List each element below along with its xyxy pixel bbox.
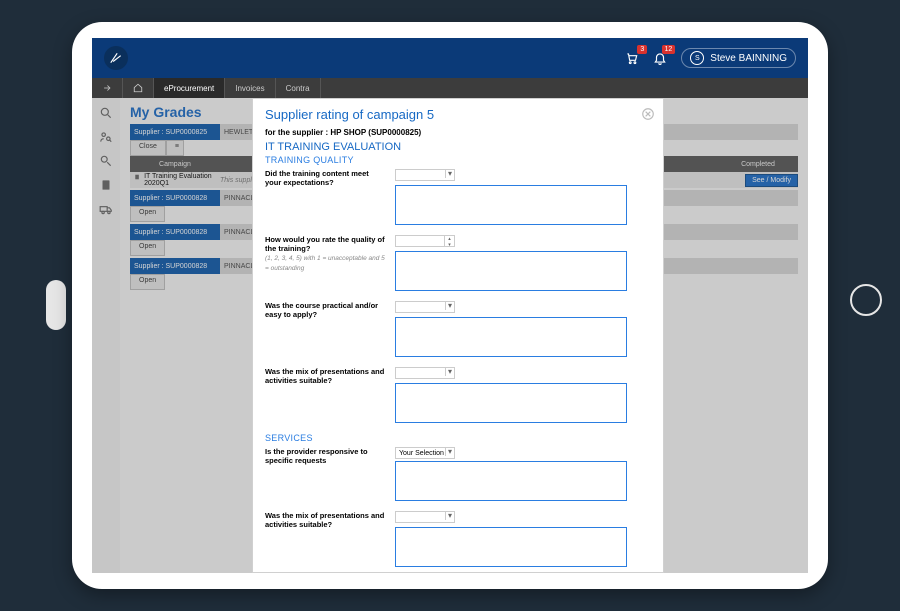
nav-eprocurement[interactable]: eProcurement xyxy=(154,78,225,98)
q5-textarea[interactable] xyxy=(395,461,627,501)
q3-textarea[interactable] xyxy=(395,317,627,357)
nav-forward[interactable] xyxy=(92,78,123,98)
close-icon xyxy=(641,107,655,121)
q1-select[interactable] xyxy=(395,169,455,181)
q6-label: Was the mix of presentations and activit… xyxy=(265,511,385,573)
section-services: SERVICES xyxy=(265,433,651,443)
cart-button[interactable]: 3 xyxy=(625,51,639,65)
nav-home[interactable] xyxy=(123,78,154,98)
modal-heading: IT TRAINING EVALUATION xyxy=(265,141,651,153)
q4-textarea[interactable] xyxy=(395,383,627,423)
q4-select[interactable] xyxy=(395,367,455,379)
q4-label: Was the mix of presentations and activit… xyxy=(265,367,385,431)
q1-label: Did the training content meet your expec… xyxy=(265,169,385,233)
tablet-frame: 3 12 S Steve BAINNING eProcurement Invoi… xyxy=(72,22,828,589)
notifications-button[interactable]: 12 xyxy=(653,51,667,65)
q2-number-input[interactable]: ▴▾ xyxy=(395,235,455,247)
notifications-badge: 12 xyxy=(662,45,676,54)
nav-invoices[interactable]: Invoices xyxy=(225,78,275,98)
screen: 3 12 S Steve BAINNING eProcurement Invoi… xyxy=(92,38,808,573)
app-logo[interactable] xyxy=(104,46,128,70)
q1-textarea[interactable] xyxy=(395,185,627,225)
user-menu[interactable]: S Steve BAINNING xyxy=(681,48,796,68)
q5-select[interactable]: Your Selection xyxy=(395,447,455,459)
home-icon xyxy=(133,83,143,93)
section-training-quality: TRAINING QUALITY xyxy=(265,155,651,165)
arrow-right-icon xyxy=(102,83,112,93)
q3-label: Was the course practical and/or easy to … xyxy=(265,301,385,365)
nav-contracts[interactable]: Contra xyxy=(276,78,321,98)
cart-badge: 3 xyxy=(637,45,647,54)
tablet-side-button-left xyxy=(46,280,66,330)
q5-label: Is the provider responsive to specific r… xyxy=(265,447,385,509)
q6-textarea[interactable] xyxy=(395,527,627,567)
avatar: S xyxy=(690,51,704,65)
content-area: My Grades Supplier : SUP0000825 HEWLETT … xyxy=(92,98,808,573)
q3-select[interactable] xyxy=(395,301,455,313)
modal-subtitle: for the supplier : HP SHOP (SUP0000825) xyxy=(265,128,651,137)
modal-close-button[interactable] xyxy=(641,107,655,121)
user-name: Steve BAINNING xyxy=(710,53,787,64)
q6-select[interactable] xyxy=(395,511,455,523)
modal-title: Supplier rating of campaign 5 xyxy=(265,107,651,122)
main-nav: eProcurement Invoices Contra xyxy=(92,78,808,98)
rating-modal: Supplier rating of campaign 5 for the su… xyxy=(252,98,664,573)
q2-textarea[interactable] xyxy=(395,251,627,291)
tablet-home-button xyxy=(850,284,882,316)
q2-label: How would you rate the quality of the tr… xyxy=(265,235,385,299)
app-topbar: 3 12 S Steve BAINNING xyxy=(92,38,808,78)
